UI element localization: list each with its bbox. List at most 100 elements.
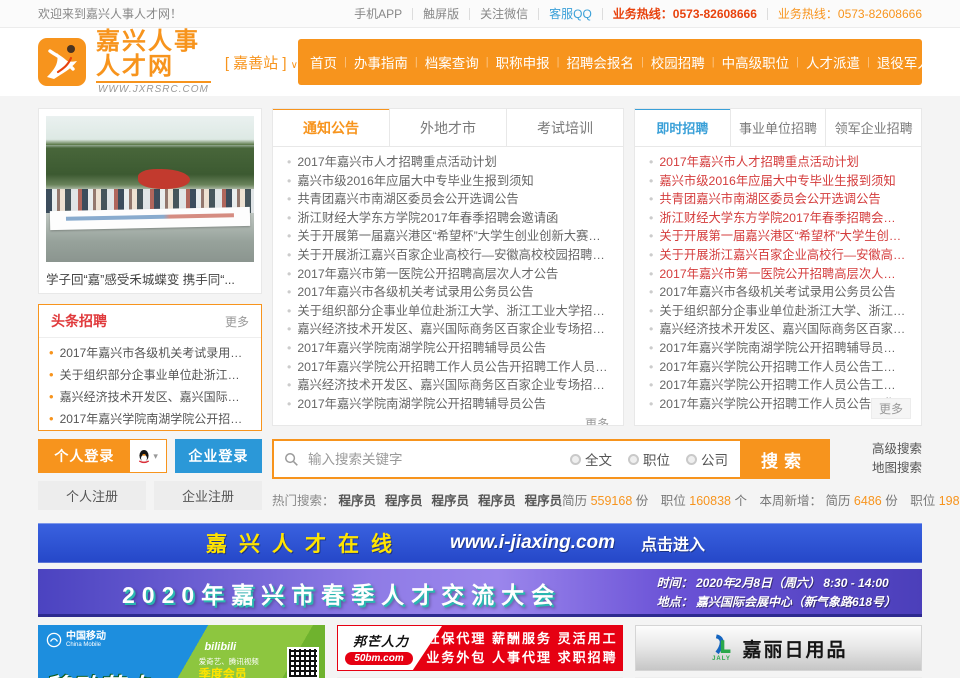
job-item[interactable]: 关于组织部分企事业单位赴浙江大学、浙江工业大... [649,302,907,321]
jaly-logo-icon [709,634,733,656]
job-item[interactable]: 2017年嘉兴学院公开招聘工作人员公告工作... [649,395,907,414]
hot-search-term[interactable]: 程序员 [432,490,470,509]
notice-item[interactable]: 关于开展第一届嘉兴港区“希望杯”大学生创业创新大赛的通知 [287,227,609,246]
tab-notice[interactable]: 通知公告 [273,109,389,146]
hot-search-term[interactable]: 程序员 [339,490,377,509]
notice-item[interactable]: 2017年嘉兴市第一医院公开招聘高层次人才公告 [287,265,609,284]
jobs-more-link[interactable]: 更多 [871,398,911,419]
chevron-down-icon: ∨ [291,60,298,71]
job-item[interactable]: 关于开展浙江嘉兴百家企业高校行—安徽高校校园... [649,246,907,265]
job-item[interactable]: 2017年嘉兴学院南湖学院公开招聘辅导员公告 [649,339,907,358]
notice-item[interactable]: 2017年嘉兴学院南湖学院公开招聘辅导员公告 [287,339,609,358]
ad-china-mobile[interactable]: 中国移动China Mobile bilibili 爱奇艺、腾讯视频 季度会员 … [38,625,325,678]
bangmang-line1: 社保代理 薪酬服务 灵活用工 [426,629,617,649]
photo-card[interactable]: 学子回“嘉”感受禾城蝶变 携手同“... [38,108,262,294]
company-login-button[interactable]: 企业登录 [175,439,262,473]
link-service-qq[interactable]: 客服QQ [549,5,592,22]
search-button[interactable]: 搜索 [740,441,828,477]
notice-item[interactable]: 浙江财经大学东方学院2017年春季招聘会邀请函 [287,209,609,228]
bangmang-services: 社保代理 薪酬服务 灵活用工 业务外包 人事代理 求职招聘 [422,626,622,670]
job-item[interactable]: 2017年嘉兴学院公开招聘工作人员公告工作人员... [649,376,907,395]
job-item[interactable]: 共青团嘉兴市南湖区委员会公开选调公告 [649,190,907,209]
job-item[interactable]: 2017年嘉兴市各级机关考试录用公务员公告 [649,283,907,302]
hot-search-term[interactable]: 程序员 [525,490,563,509]
jaly-logo-text: JALY [712,656,731,662]
job-item[interactable]: 2017年嘉兴市人才招聘重点活动计划 [649,153,907,172]
tab-public-institution-jobs[interactable]: 事业单位招聘 [730,109,826,146]
notice-item[interactable]: 关于组织部分企事业单位赴浙江大学、浙江工业大学招聘人才的... [287,302,609,321]
notice-item[interactable]: 嘉兴经济技术开发区、嘉兴国际商务区百家企业专场招聘会公告 [287,376,609,395]
job-item[interactable]: 嘉兴经济技术开发区、嘉兴国际商务区百家企业专... [649,320,907,339]
stat-part: 简历 [562,494,590,508]
headline-item[interactable]: 关于组织部分企事业单位赴浙江大学... [49,364,251,386]
banner2-time: 时间： 2020年2月8日（周六） 8:30 - 14:00 [657,576,889,590]
qq-penguin-icon [137,449,151,464]
search-input[interactable] [306,451,560,468]
company-register-button[interactable]: 企业注册 [154,481,262,510]
personal-register-button[interactable]: 个人注册 [38,481,146,510]
nav-item[interactable]: 档案查询 [408,52,479,72]
notice-item[interactable]: 2017年嘉兴市各级机关考试录用公务员公告 [287,283,609,302]
headline-item[interactable]: 2017年嘉兴市各级机关考试录用公务... [49,342,251,364]
notice-item[interactable]: 2017年嘉兴学院公开招聘工作人员公告开招聘工作人员公告开... [287,358,609,377]
ad-bangmang-hr[interactable]: 邦芒人力 50bm.com 社保代理 薪酬服务 灵活用工 业务外包 人事代理 求… [337,625,623,671]
hot-search-row: 热门搜索： 程序员 程序员 程序员 程序员 程序员 [272,490,922,509]
photo-caption[interactable]: 学子回“嘉”感受禾城蝶变 携手同“... [46,269,254,288]
tab-leading-enterprise-jobs[interactable]: 领军企业招聘 [825,109,921,146]
headline-more-link[interactable]: 更多 [225,313,249,330]
hotline-primary: 业务热线：0573-82608666 [613,5,757,22]
ad-mobile-title: 移动花卡 [44,668,152,678]
nav-item[interactable]: 中高级职位 [705,52,789,72]
radio-company[interactable]: 公司 [686,449,728,469]
bangmang-url: 50bm.com [345,652,412,665]
tab-instant-jobs[interactable]: 即时招聘 [635,109,730,146]
personal-login-button[interactable]: 个人登录 ▾ [38,439,167,473]
hot-search-label: 热门搜索： [272,490,335,509]
radio-position[interactable]: 职位 [628,449,670,469]
notice-box: 通知公告 外地才市 考试培训 2017年嘉兴市人才招聘重点活动计划 嘉兴市级20… [272,108,624,426]
headline-item[interactable]: 2017年嘉兴学院南湖学院公开招聘辅... [49,408,251,430]
tab-exam-training[interactable]: 考试培训 [506,109,623,146]
job-item[interactable]: 嘉兴市级2016年应届大中专毕业生报到须知 [649,172,907,191]
site-header: 嘉兴人事人才网 WWW.JXRSRC.COM [ 嘉善站 ] ∨ 首页 办事指南… [0,28,960,96]
stat-part: 份 职位 [885,494,938,508]
nav-item[interactable]: 人才派遣 [789,52,860,72]
qq-login-dropdown[interactable]: ▾ [130,440,166,472]
notice-item[interactable]: 2017年嘉兴市人才招聘重点活动计划 [287,153,609,172]
link-mobile-app[interactable]: 手机APP [354,5,402,22]
station-selector[interactable]: [ 嘉善站 ] ∨ [225,52,298,73]
nav-item[interactable]: 校园招聘 [634,52,705,72]
notice-item[interactable]: 嘉兴经济技术开发区、嘉兴国际商务区百家企业专场招聘会公告 [287,320,609,339]
notice-item[interactable]: 共青团嘉兴市南湖区委员会公开选调公告 [287,190,609,209]
headline-item[interactable]: 嘉兴经济技术开发区、嘉兴国际商务... [49,386,251,408]
radio-icon [628,454,639,465]
link-wechat[interactable]: 关注微信 [480,5,528,22]
advanced-search-link[interactable]: 高级搜索 [872,440,922,459]
nav-item[interactable]: 退役军人招聘 [860,52,958,72]
job-item[interactable]: 2017年嘉兴学院公开招聘工作人员公告工作人员... [649,358,907,377]
notice-item[interactable]: 嘉兴市级2016年应届大中专毕业生报到须知 [287,172,609,191]
map-search-link[interactable]: 地图搜索 [872,459,922,478]
hot-search-term[interactable]: 程序员 [478,490,516,509]
nav-item[interactable]: 首页 [310,52,337,72]
nav-item[interactable]: 职称申报 [479,52,550,72]
ad-jaly-daily-goods[interactable]: JALY 嘉丽日用品 [635,625,922,671]
site-logo-icon[interactable] [38,38,86,86]
notice-more-link[interactable]: 更多 [585,417,609,426]
hot-search-term[interactable]: 程序员 [385,490,423,509]
radio-fulltext[interactable]: 全文 [570,449,612,469]
tab-outside-market[interactable]: 外地才市 [389,109,506,146]
page: 欢迎来到嘉兴人事人才网！ 手机APP 触屏版 关注微信 客服QQ 业务热线：05… [0,0,960,678]
radio-icon [570,454,581,465]
banner-spring-job-fair[interactable]: 2020年嘉兴市春季人才交流大会 时间： 2020年2月8日（周六） 8:30 … [38,569,922,617]
nav-item[interactable]: 招聘会报名 [550,52,634,72]
link-touch-version[interactable]: 触屏版 [423,5,459,22]
notice-item[interactable]: 2017年嘉兴学院南湖学院公开招聘辅导员公告 [287,395,609,414]
job-item[interactable]: 浙江财经大学东方学院2017年春季招聘会邀请函 [649,209,907,228]
notice-item[interactable]: 关于开展浙江嘉兴百家企业高校行—安徽高校校园招聘活动的通... [287,246,609,265]
job-item[interactable]: 关于开展第一届嘉兴港区“希望杯”大学生创业创... [649,227,907,246]
search-scope-radios: 全文 职位 公司 [570,441,728,477]
banner-jiaxing-talent-online[interactable]: 嘉兴人才在线 www.i-jiaxing.com 点击进入 [38,523,922,563]
nav-item[interactable]: 办事指南 [337,52,408,72]
job-item[interactable]: 2017年嘉兴市第一医院公开招聘高层次人才公告 [649,265,907,284]
